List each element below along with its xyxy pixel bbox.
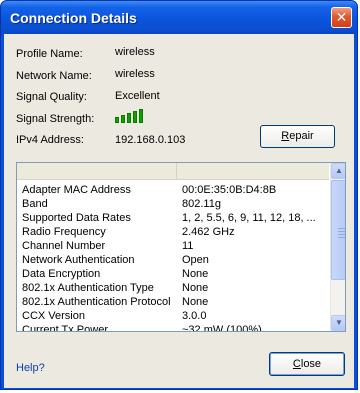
vertical-scrollbar[interactable]: ▲ ▼ [330,163,345,331]
window-title: Connection Details [10,10,137,26]
network-name-value: wireless [115,68,155,80]
detail-value: 00:0E:35:0B:D4:8B [182,184,277,196]
detail-value: 11 [182,240,194,252]
signal-bar [121,115,125,123]
details-row[interactable]: Radio Frequency 2.462 GHz [17,225,329,239]
close-icon[interactable]: ✕ [331,7,352,28]
column-header-property[interactable] [17,163,177,179]
detail-value: ~32 mW (100%) [182,324,262,332]
detail-key: CCX Version [22,310,85,322]
details-row[interactable]: Current Tx Power ~32 mW (100%) [17,323,329,332]
close-mnemonic: C [292,358,301,370]
details-row[interactable]: Band 802.11g [17,197,329,211]
details-row[interactable]: Data Encryption None [17,267,329,281]
details-rows: Adapter MAC Address 00:0E:35:0B:D4:8B Band… [17,183,329,332]
detail-key: Current Tx Power [22,324,108,332]
details-row[interactable]: Supported Data Rates 1, 2, 5.5, 6, 9, 11,… [17,211,329,225]
detail-value: 1, 2, 5.5, 6, 9, 11, 12, 18, ... [182,212,316,224]
detail-key: 802.1x Authentication Type [22,282,154,294]
ipv4-address-value: 192.168.0.103 [115,134,186,146]
network-name-label: Network Name: [16,70,92,82]
signal-strength-icon [115,109,145,123]
help-link[interactable]: Help? [16,362,45,374]
details-row[interactable]: Channel Number 11 [17,239,329,253]
detail-key: Network Authentication [22,254,135,266]
detail-key: Channel Number [22,240,106,252]
details-row[interactable]: 802.1x Authentication Type None [17,281,329,295]
profile-name-value: wireless [115,46,155,58]
detail-value: 2.462 GHz [182,226,235,238]
detail-key: Adapter MAC Address [22,184,131,196]
repair-button[interactable]: Repair [260,125,335,148]
dialog-body: Profile Name: wireless Network Name: wir… [4,34,354,388]
details-row[interactable]: Network Authentication Open [17,253,329,267]
detail-value: None [182,296,209,308]
connection-details-list[interactable]: Adapter MAC Address 00:0E:35:0B:D4:8B Band… [16,162,346,332]
ipv4-address-label: IPv4 Address: [16,134,84,146]
repair-button-label: epair [289,130,314,142]
title-bar[interactable]: Connection Details ✕ [1,1,357,34]
signal-quality-label: Signal Quality: [16,91,87,103]
details-row[interactable]: Adapter MAC Address 00:0E:35:0B:D4:8B [17,183,329,197]
detail-key: Radio Frequency [22,226,106,238]
scroll-thumb[interactable] [331,180,345,280]
scroll-up-icon[interactable]: ▲ [331,163,345,179]
detail-key: Band [22,198,48,210]
signal-quality-value: Excellent [115,90,160,102]
connection-details-window: Connection Details ✕ Profile Name: wirel… [0,0,358,390]
close-button-label: lose [300,358,322,370]
signal-bar [127,113,131,123]
detail-key: Data Encryption [22,268,101,280]
signal-bar [133,111,137,123]
column-header-value[interactable] [178,163,329,179]
scroll-down-icon[interactable]: ▼ [331,315,345,331]
close-button[interactable]: Close [269,352,345,376]
signal-strength-label: Signal Strength: [16,113,95,125]
profile-name-label: Profile Name: [16,48,83,60]
detail-value: None [182,282,209,294]
signal-bar [139,109,143,123]
details-row[interactable]: CCX Version 3.0.0 [17,309,329,323]
detail-value: Open [182,254,209,266]
detail-value: 3.0.0 [182,310,207,322]
list-header [17,163,329,180]
details-row[interactable]: 802.1x Authentication Protocol None [17,295,329,309]
signal-bar [115,117,119,123]
detail-key: Supported Data Rates [22,212,131,224]
detail-value: None [182,268,209,280]
detail-value: 802.11g [182,198,221,210]
detail-key: 802.1x Authentication Protocol [22,296,171,308]
